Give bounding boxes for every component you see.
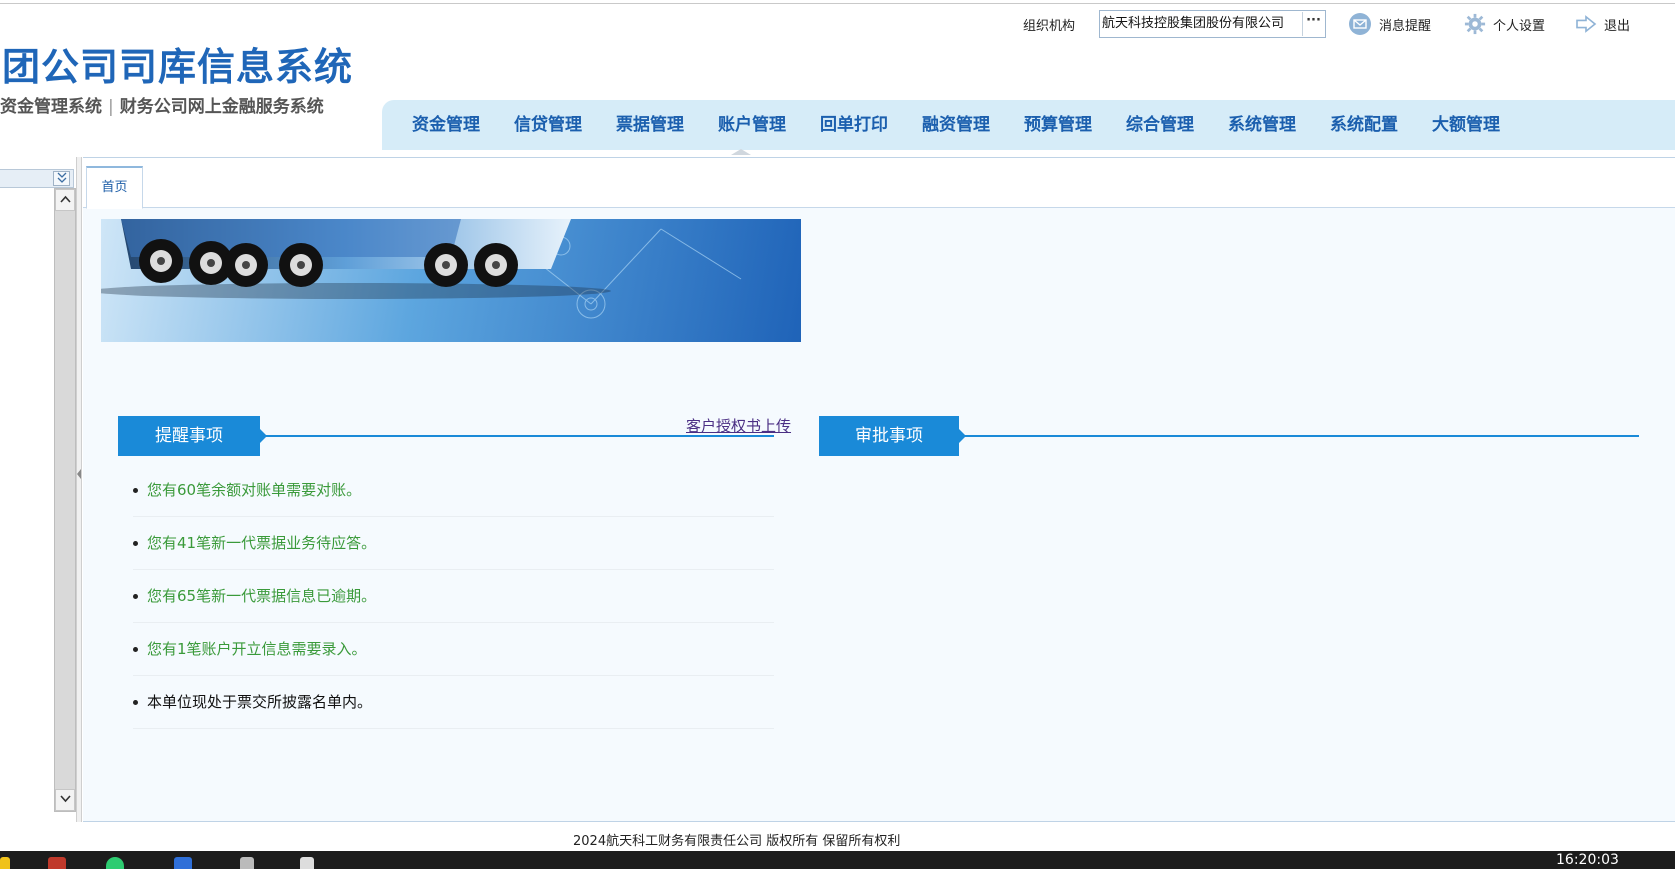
subtitle-separator: | <box>108 97 114 117</box>
list-item[interactable]: 您有41笔新一代票据业务待应答。 <box>133 517 774 570</box>
footer: 2024航天科工财务有限责任公司 版权所有 保留所有权利 <box>0 822 1675 851</box>
taskbar-app-icon[interactable] <box>174 857 192 869</box>
os-taskbar: 16:20:03 <box>0 851 1675 869</box>
menu-large-amount[interactable]: 大额管理 <box>1432 100 1534 150</box>
reminders-list: 您有60笔余额对账单需要对账。 您有41笔新一代票据业务待应答。 您有65笔新一… <box>133 464 774 729</box>
taskbar-app-icon[interactable] <box>106 857 124 869</box>
messages-button[interactable]: 消息提醒 <box>1348 11 1431 37</box>
top-divider <box>0 3 1675 4</box>
mail-icon <box>1349 13 1371 35</box>
menu-bill[interactable]: 票据管理 <box>616 100 718 150</box>
collapse-arrow-icon[interactable] <box>77 469 81 479</box>
chevron-down-icon <box>59 795 71 803</box>
taskbar-app-icon[interactable] <box>300 857 314 869</box>
list-item[interactable]: 您有60笔余额对账单需要对账。 <box>133 464 774 517</box>
reminders-header: 提醒事项 客户授权书上传 <box>118 416 791 456</box>
reminders-title: 提醒事项 <box>118 416 267 456</box>
main-menu: 资金管理 信贷管理 票据管理 账户管理 回单打印 融资管理 预算管理 综合管理 … <box>412 100 1534 150</box>
sidebar-scrollbar[interactable] <box>54 188 76 812</box>
chevron-up-icon <box>59 195 71 203</box>
scroll-up-button[interactable] <box>55 189 75 211</box>
approvals-title: 审批事项 <box>819 416 966 456</box>
menu-caret <box>731 149 751 155</box>
sidebar-collapse-button[interactable] <box>53 171 70 186</box>
list-item: 本单位现处于票交所披露名单内。 <box>133 676 774 729</box>
app-subtitle: 资金管理系统 | 财务公司网上金融服务系统 <box>0 92 324 117</box>
scroll-down-button[interactable] <box>55 789 75 811</box>
start-icon[interactable] <box>0 857 10 869</box>
taskbar-app-icon[interactable] <box>48 857 66 869</box>
left-sidebar <box>0 157 76 822</box>
logout-button[interactable]: 退出 <box>1575 11 1630 37</box>
menu-credit[interactable]: 信贷管理 <box>514 100 616 150</box>
app-window: 团公司司库信息系统 资金管理系统 | 财务公司网上金融服务系统 组织机构 航天科技控… <box>0 0 1675 869</box>
menu-fund[interactable]: 资金管理 <box>412 100 514 150</box>
banner-graphic <box>101 219 742 319</box>
subtitle-right: 财务公司网上金融服务系统 <box>119 97 324 117</box>
taskbar-app-icon[interactable] <box>240 857 254 869</box>
menu-budget[interactable]: 预算管理 <box>1024 100 1126 150</box>
settings-button[interactable]: 个人设置 <box>1464 11 1545 37</box>
tab-home[interactable]: 首页 <box>86 166 143 209</box>
org-picker-button[interactable]: ··· <box>1302 12 1324 36</box>
menu-financing[interactable]: 融资管理 <box>922 100 1024 150</box>
menu-account[interactable]: 账户管理 <box>718 100 820 150</box>
tab-bar: 首页 <box>83 158 1675 209</box>
list-item[interactable]: 您有1笔账户开立信息需要录入。 <box>133 623 774 676</box>
app-title: 团公司司库信息系统 <box>2 45 354 89</box>
subtitle-left: 资金管理系统 <box>0 97 102 117</box>
menu-system[interactable]: 系统管理 <box>1228 100 1330 150</box>
org-label: 组织机构 <box>1023 19 1076 34</box>
sidebar-splitter[interactable] <box>76 157 82 822</box>
org-field[interactable]: 航天科技控股集团股份有限公司 <box>1099 10 1326 38</box>
banner-image <box>101 219 801 342</box>
settings-label: 个人设置 <box>1493 18 1546 34</box>
taskbar-clock[interactable]: 16:20:03 <box>1556 852 1619 868</box>
logout-arrow-icon <box>1576 15 1597 33</box>
menu-system-config[interactable]: 系统配置 <box>1330 100 1432 150</box>
main-content: 首页 提醒事项 客户授权书上传 您有60笔余额对账单需要对账。 您有41笔新一代… <box>83 157 1675 822</box>
messages-label: 消息提醒 <box>1379 18 1432 34</box>
gear-icon <box>1464 13 1486 35</box>
customer-authorization-upload-link[interactable]: 客户授权书上传 <box>686 416 791 436</box>
menu-general[interactable]: 综合管理 <box>1126 100 1228 150</box>
logout-label: 退出 <box>1604 18 1631 34</box>
double-chevron-down-icon <box>57 172 66 183</box>
approvals-header: 审批事项 <box>819 416 1639 456</box>
list-item[interactable]: 您有65笔新一代票据信息已逾期。 <box>133 570 774 623</box>
menu-receipt-print[interactable]: 回单打印 <box>820 100 922 150</box>
